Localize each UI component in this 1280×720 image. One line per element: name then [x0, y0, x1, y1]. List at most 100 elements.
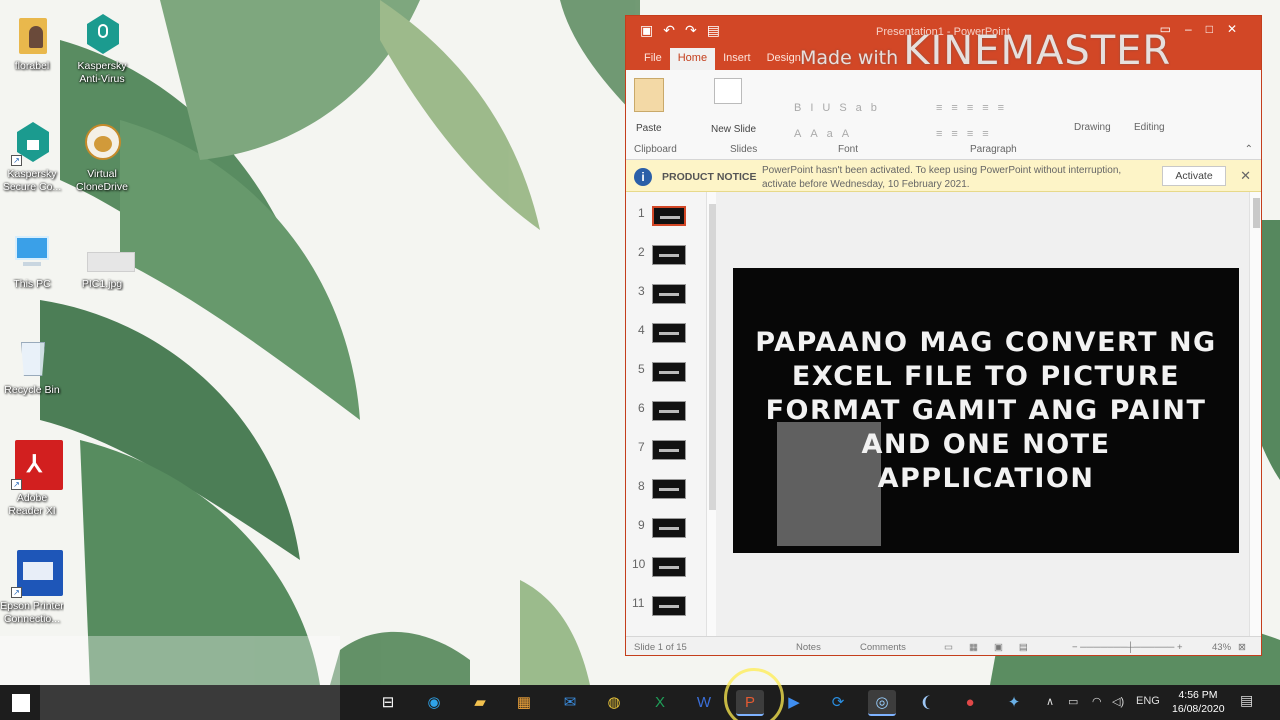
slide-thumbnail-pane[interactable]: 1 2 3 4 5 6 7 8 9 10 11 — [626, 192, 716, 636]
align-buttons[interactable]: ≡≡≡≡ — [936, 128, 998, 140]
volume-icon[interactable]: ◁) — [1112, 695, 1124, 708]
thumbnail-image[interactable] — [652, 362, 686, 382]
close-icon[interactable]: ✕ — [1227, 22, 1251, 36]
editing-button[interactable]: Editing — [1134, 122, 1165, 133]
minimize-icon[interactable]: – — [1185, 22, 1206, 36]
zoom-slider[interactable]: − ───────┼────── + — [1072, 642, 1183, 653]
scrollbar-thumb[interactable] — [1253, 198, 1260, 228]
slide-thumbnail[interactable]: 6 — [634, 399, 714, 438]
show-hidden-icons[interactable]: ∧ — [1046, 695, 1054, 708]
desktop-icon-adobe-reader[interactable]: ⅄ ↗ Adobe Reader XI — [0, 440, 64, 518]
window-controls[interactable]: ▭–□✕ — [1160, 22, 1251, 36]
word-icon[interactable]: W — [690, 690, 718, 716]
maximize-icon[interactable]: □ — [1206, 22, 1227, 36]
desktop-icon-epson[interactable]: ↗ Epson Printer Connectio... — [0, 548, 64, 626]
fit-slide-icon[interactable]: ⊠ — [1238, 642, 1246, 653]
file-explorer-icon[interactable]: ▰ — [466, 690, 494, 716]
close-notice-icon[interactable]: ✕ — [1240, 168, 1251, 184]
scrollbar-thumb[interactable] — [709, 204, 716, 510]
zoom-app-icon[interactable]: ▶ — [780, 690, 808, 716]
slide-thumbnail[interactable]: 2 — [634, 243, 714, 282]
edge-icon[interactable]: ◉ — [420, 690, 448, 716]
store-icon[interactable]: ▦ — [510, 690, 538, 716]
group-font-label: Font — [838, 144, 859, 155]
slide-thumbnail[interactable]: 3 — [634, 282, 714, 321]
battery-icon[interactable]: ▭ — [1068, 695, 1078, 708]
paste-icon[interactable] — [634, 78, 664, 112]
tab-home[interactable]: Home — [669, 48, 716, 70]
watermark-brand: KINEMASTER — [903, 28, 1172, 74]
thumbnail-image-selected[interactable] — [652, 206, 686, 226]
new-slide-icon[interactable] — [714, 78, 742, 104]
thumbnail-image[interactable] — [652, 323, 686, 343]
screen-recorder-icon[interactable]: ◎ — [868, 690, 896, 716]
desktop-icon-virtual-clonedrive[interactable]: Virtual CloneDrive — [70, 120, 134, 194]
feather-app-icon[interactable]: ❨ — [912, 690, 940, 716]
chrome-icon[interactable]: ◍ — [600, 690, 628, 716]
wifi-icon[interactable]: ◠ — [1092, 695, 1102, 708]
recycle-bin-icon — [9, 336, 55, 382]
paragraph-buttons[interactable]: ≡≡≡≡≡ — [936, 102, 1013, 114]
thumbnail-image[interactable] — [652, 557, 686, 577]
gallery-app-icon[interactable]: ✦ — [1000, 690, 1028, 716]
font-color-buttons[interactable]: AAaA — [794, 128, 858, 140]
slide-thumbnail[interactable]: 7 — [634, 438, 714, 477]
slide-thumbnail[interactable]: 8 — [634, 477, 714, 516]
image-file-icon — [79, 230, 135, 276]
task-view-icon[interactable]: ⊟ — [374, 690, 402, 716]
desktop-icon-recycle-bin[interactable]: Recycle Bin — [0, 336, 64, 397]
mail-icon[interactable]: ✉ — [556, 690, 584, 716]
slide-thumbnail[interactable]: 11 — [632, 594, 714, 633]
language-indicator[interactable]: ENG — [1136, 695, 1160, 707]
desktop-icon-kaspersky-secure[interactable]: ↗ Kaspersky Secure Co... — [0, 120, 64, 194]
tab-file[interactable]: File — [636, 48, 670, 70]
clock[interactable]: 4:56 PM 16/08/2020 — [1172, 688, 1225, 716]
thumbnail-scrollbar[interactable] — [706, 192, 716, 636]
slide-thumbnail[interactable]: 10 — [632, 555, 714, 594]
drawing-button[interactable]: Drawing — [1074, 122, 1111, 133]
slide-thumbnail[interactable]: 5 — [634, 360, 714, 399]
thumbnail-image[interactable] — [652, 479, 686, 499]
desktop-icon-kaspersky-antivirus[interactable]: Kaspersky Anti-Virus — [70, 12, 134, 86]
quick-access-toolbar[interactable]: ▣↶↷▤ — [640, 22, 730, 39]
notes-button[interactable]: Notes — [796, 642, 821, 653]
slide-title[interactable]: PAPAANO MAG CONVERT NG EXCEL FILE TO PIC… — [753, 326, 1219, 496]
notification-icon[interactable]: ▤ — [1240, 692, 1253, 709]
windows-start-icon[interactable] — [12, 694, 30, 712]
start-presentation-icon[interactable]: ▤ — [707, 22, 730, 38]
save-icon[interactable]: ▣ — [640, 22, 663, 38]
slide-thumbnail[interactable]: 1 — [634, 204, 714, 243]
paste-button[interactable]: Paste — [636, 123, 662, 134]
desktop-icon-label: Adobe Reader XI — [8, 492, 56, 517]
excel-icon[interactable]: X — [646, 690, 674, 716]
new-slide-button[interactable]: New Slide — [711, 124, 756, 136]
activate-button[interactable]: Activate — [1162, 166, 1226, 186]
thumbnail-image[interactable] — [652, 245, 686, 265]
slide-scrollbar[interactable] — [1249, 192, 1261, 636]
thumbnail-image[interactable] — [652, 596, 686, 616]
redo-icon[interactable]: ↷ — [685, 22, 707, 38]
thumbnail-image[interactable] — [652, 284, 686, 304]
slide-thumbnail[interactable]: 4 — [634, 321, 714, 360]
search-box[interactable] — [40, 685, 340, 720]
zoom-level[interactable]: 43% — [1212, 642, 1231, 653]
thumbnail-image[interactable] — [652, 440, 686, 460]
comments-button[interactable]: Comments — [860, 642, 906, 653]
desktop-icon-this-pc[interactable]: This PC — [0, 230, 64, 291]
desktop-icon-pic1[interactable]: PIC1.jpg — [70, 230, 135, 291]
powerpoint-window[interactable]: ▣↶↷▤ Presentation1 - PowerPoint ▭–□✕ Fil… — [625, 15, 1262, 656]
collapse-ribbon-icon[interactable]: ⌃ — [1245, 144, 1253, 155]
thumbnail-image[interactable] — [652, 401, 686, 421]
sync-icon[interactable]: ⟳ — [824, 690, 852, 716]
undo-icon[interactable]: ↶ — [663, 22, 685, 38]
slide-counter: Slide 1 of 15 — [634, 642, 687, 653]
slide-thumbnail[interactable]: 9 — [634, 516, 714, 555]
record-app-icon[interactable]: ● — [956, 690, 984, 716]
desktop-icon-florabel[interactable]: florabel — [0, 12, 64, 73]
thumbnail-number: 2 — [638, 245, 645, 259]
view-buttons[interactable]: ▭▦▣▤ — [944, 642, 1044, 653]
font-format-buttons[interactable]: BIUSab — [794, 102, 886, 114]
thumbnail-image[interactable] — [652, 518, 686, 538]
slide-canvas[interactable]: PAPAANO MAG CONVERT NG EXCEL FILE TO PIC… — [733, 268, 1239, 553]
tab-insert[interactable]: Insert — [715, 48, 759, 70]
